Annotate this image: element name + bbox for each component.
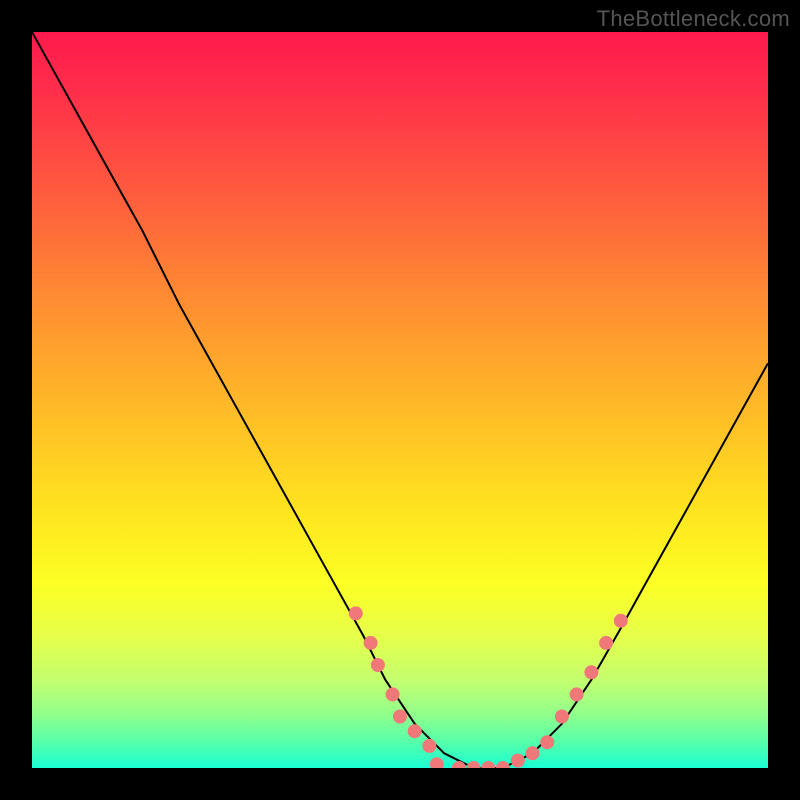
marker-dot	[599, 636, 613, 650]
watermark-text: TheBottleneck.com	[597, 6, 790, 32]
marker-dot	[430, 757, 444, 768]
marker-dot	[481, 761, 495, 768]
marker-dot	[570, 687, 584, 701]
marker-dot	[526, 746, 540, 760]
marker-dot	[540, 735, 554, 749]
marker-dot	[364, 636, 378, 650]
marker-dot	[555, 710, 569, 724]
marker-dot	[371, 658, 385, 672]
marker-dot	[393, 710, 407, 724]
marker-dot	[496, 761, 510, 768]
marker-dot	[386, 687, 400, 701]
chart-overlay	[32, 32, 768, 768]
marker-dot	[467, 761, 481, 768]
curve-line	[32, 32, 768, 768]
marker-dot	[614, 614, 628, 628]
marker-dot	[408, 724, 422, 738]
bottleneck-curve	[32, 32, 768, 768]
marker-dot	[349, 606, 363, 620]
marker-dot	[511, 754, 525, 768]
marker-dot	[422, 739, 436, 753]
marker-dot	[584, 665, 598, 679]
